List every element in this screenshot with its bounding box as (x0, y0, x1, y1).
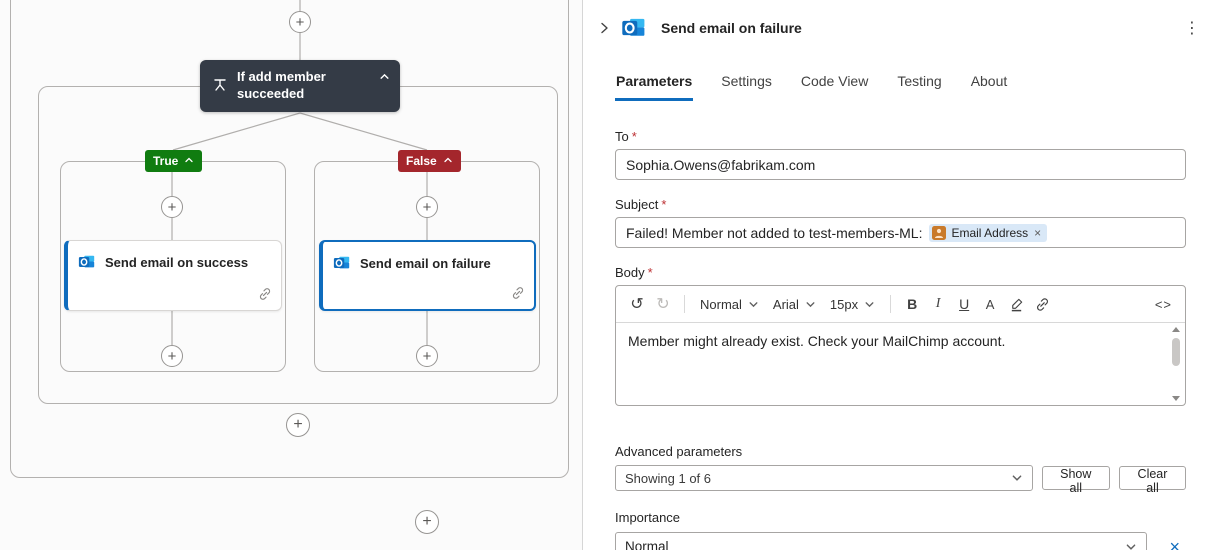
advanced-parameters-value: Showing 1 of 6 (625, 471, 711, 486)
clear-importance-button[interactable]: × (1163, 536, 1186, 550)
font-size-dropdown[interactable]: 15px (824, 291, 881, 317)
collapse-false-icon (443, 154, 453, 168)
required-asterisk: * (661, 197, 666, 212)
more-options-button[interactable]: ⋮ (1176, 14, 1208, 42)
token-remove-button[interactable]: × (1034, 226, 1041, 240)
required-asterisk: * (648, 265, 653, 280)
editor-scrollbar[interactable] (1169, 325, 1183, 403)
add-action-button-true-top[interactable]: + (161, 196, 183, 218)
importance-label: Importance (615, 510, 1186, 525)
chevron-down-icon (1011, 472, 1023, 484)
outlook-icon (78, 253, 96, 271)
add-action-button-bottom[interactable]: + (415, 510, 439, 534)
required-asterisk: * (632, 129, 637, 144)
toolbar-separator (890, 295, 891, 313)
font-family-dropdown[interactable]: Arial (767, 291, 822, 317)
font-color-button[interactable]: A (978, 291, 1002, 317)
panel-title: Send email on failure (661, 20, 802, 36)
to-input[interactable] (615, 149, 1186, 180)
collapse-true-icon (184, 154, 194, 168)
scroll-down-icon[interactable] (1170, 394, 1182, 403)
outlook-icon (333, 254, 351, 272)
show-all-button[interactable]: Show all (1042, 466, 1110, 490)
advanced-parameters-dropdown[interactable]: Showing 1 of 6 (615, 465, 1033, 491)
true-branch-label: True (153, 154, 178, 168)
add-action-button-false-top[interactable]: + (416, 196, 438, 218)
scroll-up-icon[interactable] (1170, 325, 1182, 334)
link-button[interactable] (1030, 291, 1054, 317)
collapse-condition-icon[interactable] (379, 70, 390, 85)
card-header: Send email on failure (323, 242, 534, 274)
advanced-parameters-label: Advanced parameters (615, 444, 1186, 459)
tab-parameters[interactable]: Parameters (615, 73, 693, 101)
body-text: Member might already exist. Check your M… (616, 323, 1185, 359)
card-title: Send email on success (105, 255, 248, 270)
tab-code-view[interactable]: Code View (800, 73, 869, 101)
bold-button[interactable]: B (900, 291, 924, 317)
panel-header: Send email on failure ⋮ (583, 0, 1220, 42)
add-action-button-false-bottom[interactable]: + (416, 345, 438, 367)
chevron-right-icon (597, 21, 611, 35)
send-email-success-card[interactable]: Send email on success (64, 240, 282, 311)
body-input[interactable]: Member might already exist. Check your M… (616, 323, 1185, 405)
card-footer (323, 286, 534, 309)
add-action-button-after-condition[interactable]: + (286, 413, 310, 437)
token-avatar-icon (932, 226, 946, 240)
scroll-thumb[interactable] (1172, 338, 1180, 366)
underline-button[interactable]: U (952, 291, 976, 317)
code-view-button[interactable]: <> (1151, 291, 1176, 317)
toolbar-separator (684, 295, 685, 313)
undo-button[interactable]: ↺ (625, 291, 649, 317)
collapse-panel-button[interactable] (597, 21, 611, 35)
add-action-button-top[interactable]: + (289, 11, 311, 33)
send-email-failure-card[interactable]: Send email on failure (319, 240, 536, 311)
false-branch-badge[interactable]: False (398, 150, 461, 172)
importance-value: Normal (625, 539, 669, 550)
editor-toolbar: ↺ ↻ Normal Arial 15px B I U (616, 286, 1185, 323)
tab-about[interactable]: About (970, 73, 1009, 101)
subject-label: Subject* (615, 197, 1186, 212)
chevron-down-icon (1125, 541, 1137, 550)
subject-text: Failed! Member not added to test-members… (626, 225, 922, 241)
card-header: Send email on success (68, 241, 281, 273)
chevron-down-icon (805, 299, 816, 310)
to-label: To* (615, 129, 1186, 144)
text-style-dropdown[interactable]: Normal (694, 291, 765, 317)
clear-all-button[interactable]: Clear all (1119, 466, 1186, 490)
parameters-form: To* Subject* Failed! Member not added to… (583, 129, 1220, 550)
add-action-button-true-bottom[interactable]: + (161, 345, 183, 367)
connection-icon (258, 287, 272, 304)
body-rich-text-editor: ↺ ↻ Normal Arial 15px B I U (615, 285, 1186, 406)
italic-button[interactable]: I (926, 291, 950, 317)
email-address-token[interactable]: Email Address × (929, 224, 1047, 242)
link-icon (1035, 297, 1050, 312)
outlook-icon (621, 15, 647, 41)
subject-input[interactable]: Failed! Member not added to test-members… (615, 217, 1186, 248)
card-footer (68, 287, 281, 310)
action-details-panel: Send email on failure ⋮ Parameters Setti… (583, 0, 1220, 550)
token-label: Email Address (951, 226, 1028, 240)
body-label: Body* (615, 265, 1186, 280)
advanced-parameters-row: Showing 1 of 6 Show all Clear all (615, 465, 1186, 491)
panel-tabs: Parameters Settings Code View Testing Ab… (583, 42, 1220, 101)
tab-settings[interactable]: Settings (720, 73, 773, 101)
condition-title: If add member succeeded (237, 69, 365, 103)
true-branch-badge[interactable]: True (145, 150, 202, 172)
connection-icon (511, 286, 525, 303)
redo-button[interactable]: ↻ (651, 291, 675, 317)
condition-icon (212, 77, 228, 96)
importance-row: Normal × (615, 532, 1186, 550)
condition-node[interactable]: If add member succeeded (200, 60, 400, 112)
highlight-button[interactable] (1004, 291, 1028, 317)
chevron-down-icon (864, 299, 875, 310)
importance-dropdown[interactable]: Normal (615, 532, 1147, 550)
tab-testing[interactable]: Testing (896, 73, 942, 101)
highlighter-icon (1009, 297, 1024, 312)
card-title: Send email on failure (360, 256, 491, 271)
chevron-down-icon (748, 299, 759, 310)
flow-canvas: + If add member succeeded True False + + (0, 0, 583, 550)
false-branch-label: False (406, 154, 437, 168)
